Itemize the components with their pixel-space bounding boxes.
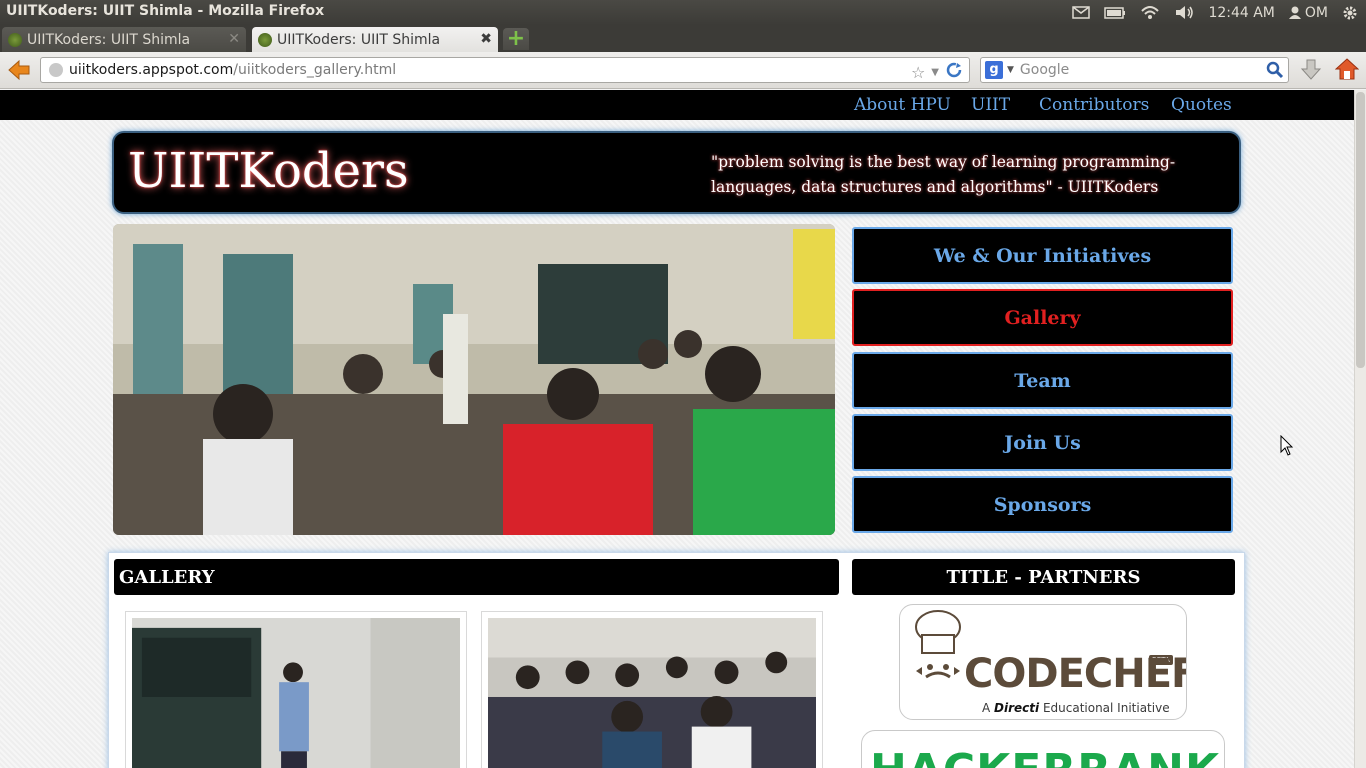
mail-icon[interactable] (1072, 6, 1091, 19)
clock[interactable]: 12:44 AM (1208, 5, 1274, 21)
bookmark-star-icon[interactable]: ☆ (911, 63, 925, 82)
codechef-tagline-post: Educational Initiative (1039, 701, 1170, 715)
hackerrank-wordmark: HACKERRANK (870, 745, 1220, 768)
hero-classroom-photo (113, 224, 835, 535)
volume-icon[interactable] (1174, 5, 1194, 20)
nav-link-uiit[interactable]: UIIT (971, 95, 1010, 115)
download-arrow-icon[interactable] (1300, 58, 1322, 86)
codechef-tagline-brand: Directi (994, 701, 1040, 715)
system-tray: 12:44 AM OM (1072, 0, 1358, 25)
url-host: uiitkoders.appspot.com (69, 62, 234, 78)
site-title[interactable]: UIITKoders (128, 143, 409, 199)
codechef-partner-logo[interactable]: BETA CODECHEF A Directi Educational Init… (899, 604, 1187, 720)
site-favicon-icon (258, 32, 272, 47)
menu-team-button[interactable]: Team (852, 352, 1233, 409)
mouse-cursor-icon (1280, 434, 1294, 461)
os-top-panel: UIITKoders: UIIT Shimla - Mozilla Firefo… (0, 0, 1366, 25)
codechef-tagline-pre: A (982, 701, 995, 715)
close-tab-icon[interactable]: ✕ (228, 31, 240, 47)
menu-gallery-button[interactable]: Gallery (852, 289, 1233, 346)
scrollbar-thumb[interactable] (1356, 92, 1365, 368)
banner-quote: "problem solving is the best way of lear… (711, 153, 1176, 196)
menu-sponsors-button[interactable]: Sponsors (852, 476, 1233, 533)
url-bar[interactable]: uiitkoders.appspot.com/uiitkoders_galler… (40, 57, 970, 83)
search-bar[interactable]: g ▼ Google (980, 57, 1289, 83)
gallery-thumbnail[interactable] (125, 611, 467, 768)
gallery-thumbnail[interactable] (481, 611, 823, 768)
tab-1[interactable]: UIITKoders: UIIT Shimla ✕ (2, 27, 246, 52)
tab-strip: UIITKoders: UIIT Shimla ✕ UIITKoders: UI… (0, 25, 1366, 52)
navigation-toolbar: uiitkoders.appspot.com/uiitkoders_galler… (0, 52, 1366, 89)
top-navigation: About HPU UIIT Contributors Quotes (0, 90, 1354, 120)
gallery-heading: GALLERY (114, 559, 839, 595)
tab-title: UIITKoders: UIIT Shimla (277, 31, 441, 48)
nav-link-contributors[interactable]: Contributors (1039, 95, 1149, 115)
site-banner: UIITKoders "problem solving is the best … (112, 131, 1241, 214)
close-tab-icon[interactable]: ✖ (480, 31, 492, 47)
search-engine-dropdown-icon[interactable]: ▼ (1007, 65, 1014, 75)
user-menu[interactable]: OM (1288, 4, 1328, 21)
hackerrank-partner-logo[interactable]: HACKERRANK (861, 730, 1225, 768)
tab-2-active[interactable]: UIITKoders: UIIT Shimla ✖ (252, 27, 498, 52)
site-identity-icon[interactable] (49, 63, 63, 77)
user-icon (1288, 6, 1301, 19)
nav-link-about-hpu[interactable]: About HPU (854, 95, 951, 115)
reload-icon[interactable] (945, 61, 963, 83)
user-name: OM (1304, 4, 1328, 21)
home-icon[interactable] (1334, 57, 1360, 85)
chef-mascot-icon (915, 610, 961, 679)
web-page: About HPU UIIT Contributors Quotes UIITK… (0, 90, 1354, 768)
url-path: /uiitkoders_gallery.html (233, 62, 397, 78)
menu-join-us-button[interactable]: Join Us (852, 414, 1233, 471)
content-panel: GALLERY TITLE - PARTNERS BETA CODECHEF A… (108, 552, 1245, 768)
search-placeholder: Google (1019, 62, 1070, 78)
gear-icon[interactable] (1342, 5, 1358, 21)
site-favicon-icon (8, 32, 22, 47)
partners-heading: TITLE - PARTNERS (852, 559, 1235, 595)
url-dropdown-icon[interactable]: ▼ (931, 67, 939, 78)
battery-icon[interactable] (1104, 6, 1126, 19)
search-icon[interactable] (1266, 61, 1284, 83)
back-arrow-icon[interactable] (6, 58, 32, 82)
nav-link-quotes[interactable]: Quotes (1171, 95, 1232, 115)
wifi-icon[interactable] (1140, 5, 1160, 20)
menu-we-our-initiatives-button[interactable]: We & Our Initiatives (852, 227, 1233, 284)
window-title: UIITKoders: UIIT Shimla - Mozilla Firefo… (6, 3, 325, 19)
tab-title: UIITKoders: UIIT Shimla (27, 31, 191, 48)
new-tab-plus-icon[interactable]: + (503, 28, 529, 50)
codechef-wordmark: CODECHEF (964, 651, 1187, 697)
google-engine-icon[interactable]: g (985, 61, 1003, 79)
codechef-tagline: A Directi Educational Initiative (982, 701, 1170, 715)
